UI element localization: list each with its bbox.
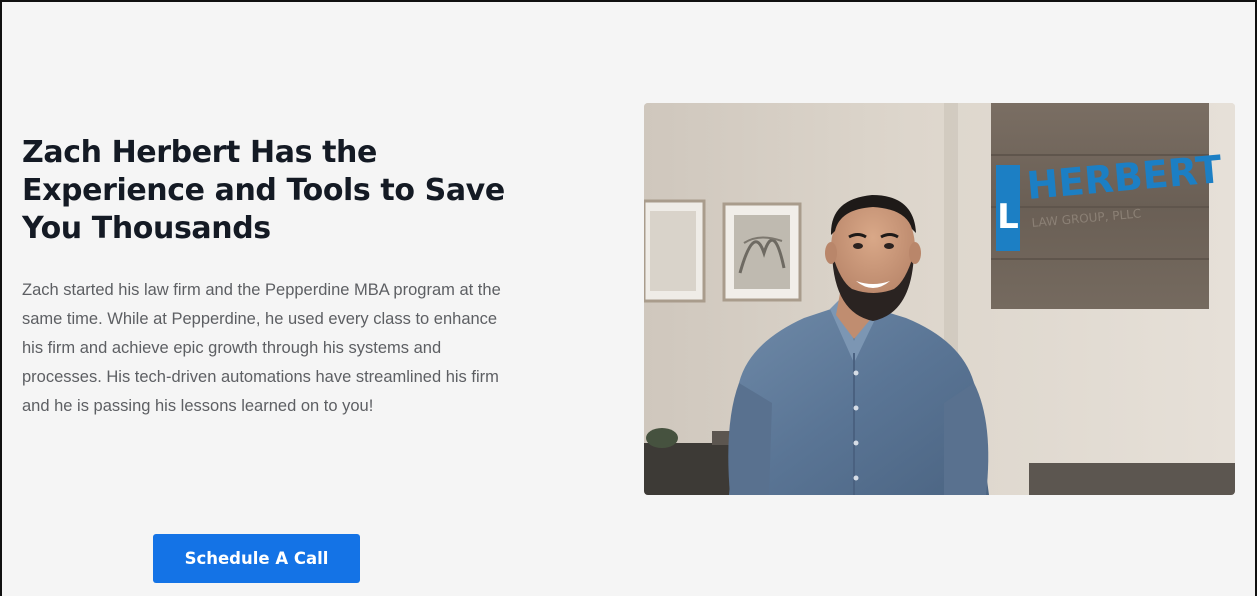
wall-art-left [644, 199, 706, 303]
page-frame: Zach Herbert Has the Experience and Tool… [0, 0, 1257, 596]
schedule-call-button[interactable]: Schedule A Call [153, 534, 360, 583]
hero-headline: Zach Herbert Has the Experience and Tool… [22, 135, 505, 246]
sign-logo: L [997, 197, 1019, 237]
profile-photo: L HERBERT LAW GROUP, PLLC [644, 103, 1235, 495]
wall-art-right [722, 202, 802, 302]
herbert-law-sign: L HERBERT LAW GROUP, PLLC [991, 103, 1224, 309]
hero-bio: Zach started his law firm and the Pepper… [22, 281, 501, 415]
